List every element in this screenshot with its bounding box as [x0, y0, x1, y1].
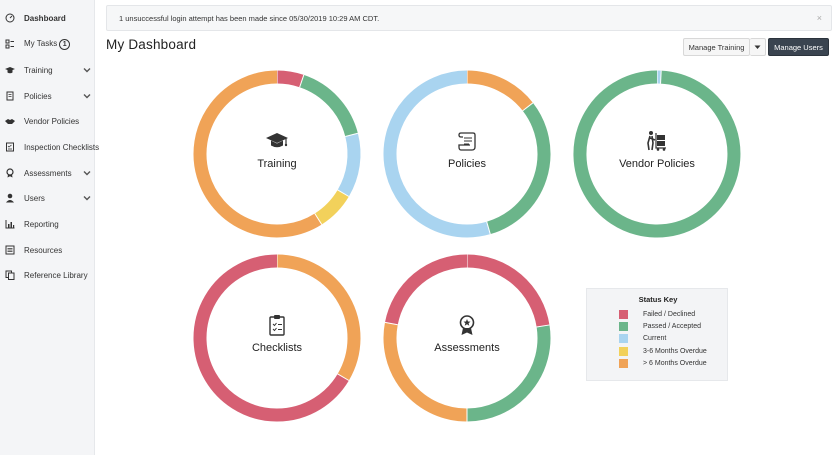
sidebar-item-label: Inspection Checklists: [24, 142, 100, 152]
legend-label: Failed / Declined: [643, 310, 696, 318]
training-donut[interactable]: Training: [191, 68, 363, 240]
legend-item: Passed / Accepted: [619, 321, 701, 331]
legend-label: > 6 Months Overdue: [643, 359, 707, 367]
training-donut-ring: [193, 70, 361, 238]
legend-label: Passed / Accepted: [643, 322, 701, 330]
sidebar-item-training[interactable]: Training: [0, 59, 95, 81]
list-icon: [5, 245, 15, 255]
legend-swatch: [619, 309, 628, 319]
donut-segment-failed: [276, 70, 304, 88]
dashboard-icon: [5, 13, 15, 23]
donut-label: Policies: [448, 158, 486, 170]
sidebar-item-inspection-checklists[interactable]: Inspection Checklists: [0, 136, 99, 158]
caret-down-icon: [754, 45, 761, 49]
sidebar-item-resources[interactable]: Resources: [0, 239, 95, 261]
sidebar-item-reporting[interactable]: Reporting: [0, 213, 95, 235]
clipboard-icon: [269, 315, 285, 336]
vendor-policies-donut[interactable]: Vendor Policies: [571, 68, 743, 240]
bar-chart-icon: [5, 219, 15, 229]
donut-segment-passed: [466, 324, 551, 422]
graduation-cap-icon: [5, 65, 15, 75]
legend-label: Current: [643, 334, 667, 342]
legend-item: 3-6 Months Overdue: [619, 346, 707, 356]
login-alert: 1 unsuccessful login attempt has been ma…: [106, 5, 832, 31]
legend-label: 3-6 Months Overdue: [643, 347, 707, 355]
donut-segment-months_6_plus: [466, 70, 533, 111]
chevron-down-icon: [83, 171, 91, 176]
sidebar-item-reference-library[interactable]: Reference Library: [0, 264, 95, 286]
legend-item: Failed / Declined: [619, 309, 695, 319]
donut-label: Training: [257, 158, 297, 170]
document-icon: [5, 91, 15, 101]
donut-segment-months_6_plus: [193, 70, 322, 238]
manage-users-button[interactable]: Manage Users: [768, 38, 829, 56]
policies-donut[interactable]: Policies: [381, 68, 553, 240]
checklists-donut-ring: [193, 254, 361, 422]
sidebar-item-my-tasks[interactable]: My Tasks 1: [0, 33, 95, 55]
sidebar: Dashboard My Tasks 1 Training Policies Ve…: [0, 0, 99, 455]
award-icon: [459, 315, 475, 335]
assessments-donut-ring: [383, 254, 551, 422]
manage-training-dropdown-toggle[interactable]: [750, 38, 766, 56]
sidebar-item-dashboard[interactable]: Dashboard: [0, 7, 95, 29]
sidebar-item-label: Reference Library: [24, 270, 88, 280]
tasks-count-badge: 1: [59, 38, 71, 50]
legend-item: Current: [619, 333, 666, 343]
status-key-title: Status Key: [638, 295, 678, 304]
status-key-legend: Status Key Failed / Declined Passed / Ac…: [586, 288, 728, 381]
close-icon[interactable]: ×: [817, 13, 822, 23]
award-icon: [5, 168, 15, 178]
legend-swatch: [619, 333, 628, 343]
sidebar-item-assessments[interactable]: Assessments: [0, 162, 95, 184]
graduation-cap-icon: [266, 133, 288, 148]
page-title: My Dashboard: [106, 37, 197, 52]
legend-swatch: [619, 321, 628, 331]
assessments-donut[interactable]: Assessments: [381, 252, 553, 424]
handshake-icon: [5, 116, 15, 126]
donut-segment-months_6_plus: [276, 254, 361, 381]
sidebar-item-label: Resources: [24, 245, 63, 255]
sidebar-item-label: Assessments: [24, 168, 72, 178]
sidebar-item-label: Training: [24, 65, 53, 75]
donut-label: Vendor Policies: [619, 158, 695, 170]
donut-segment-passed: [573, 70, 741, 238]
sidebar-item-label: Dashboard: [24, 13, 66, 23]
sidebar-item-label: Policies: [24, 91, 52, 101]
chevron-down-icon: [83, 196, 91, 201]
checklists-donut[interactable]: Checklists: [191, 252, 363, 424]
checklist-icon: [5, 142, 15, 152]
chevron-down-icon: [83, 68, 91, 73]
scroll-icon: [458, 132, 476, 151]
sidebar-item-label: My Tasks: [24, 38, 58, 48]
vendor-policies-donut-ring: [573, 70, 741, 238]
chevron-down-icon: [83, 94, 91, 99]
copy-icon: [5, 270, 15, 280]
legend-swatch: [619, 346, 628, 356]
sidebar-item-label: Reporting: [24, 219, 59, 229]
donut-segment-passed: [299, 74, 358, 137]
tasks-icon: [5, 39, 15, 49]
sidebar-item-policies[interactable]: Policies: [0, 85, 95, 107]
sidebar-item-label: Vendor Policies: [24, 116, 80, 126]
donut-segment-failed: [466, 254, 550, 328]
alert-message: 1 unsuccessful login attempt has been ma…: [119, 14, 380, 23]
user-icon: [5, 193, 15, 203]
manage-training-button[interactable]: Manage Training: [683, 38, 750, 56]
legend-item: > 6 Months Overdue: [619, 358, 707, 368]
sidebar-item-label: Users: [24, 193, 45, 203]
sidebar-item-users[interactable]: Users: [0, 187, 95, 209]
legend-swatch: [619, 358, 628, 368]
donut-segment-months_6_plus: [383, 322, 468, 422]
hand-truck-icon: [647, 131, 666, 151]
donut-segment-current: [383, 70, 491, 238]
donut-segment-failed: [193, 254, 349, 422]
policies-donut-ring: [383, 70, 551, 238]
donut-segment-months_3_6: [314, 189, 349, 225]
donut-label: Checklists: [251, 342, 303, 354]
segment-divider: [660, 70, 662, 84]
sidebar-item-vendor-policies[interactable]: Vendor Policies: [0, 110, 95, 132]
donut-label: Assessments: [434, 342, 500, 354]
